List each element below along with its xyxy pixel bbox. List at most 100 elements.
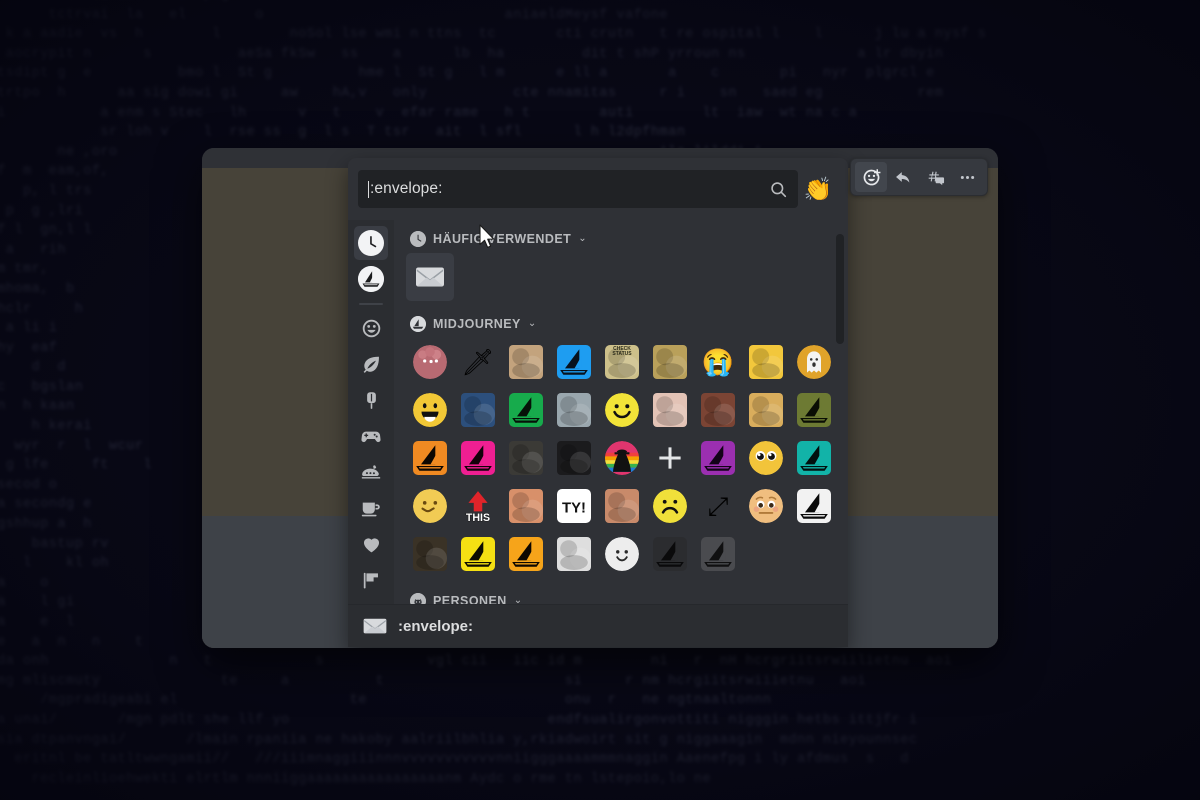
sail-green-icon — [509, 393, 543, 427]
category-symbols[interactable] — [354, 527, 388, 561]
emoji-check-status-bot[interactable]: CHECK STATUS — [598, 338, 646, 386]
sail-magenta-icon — [461, 441, 495, 475]
category-objects[interactable] — [354, 491, 388, 525]
funko-red-eyes-icon — [413, 537, 447, 571]
chat-app-window: :envelope: 👏 HÄUFIG VERWENDET ⌄ MIDJOURN… — [202, 148, 998, 648]
clap-emoji[interactable]: 👏 — [798, 177, 838, 201]
category-activities[interactable] — [354, 419, 388, 453]
thread-hash-icon — [928, 171, 944, 185]
emoji-envelope[interactable] — [406, 253, 454, 301]
create-thread-button[interactable] — [919, 162, 951, 192]
add-reaction-button[interactable] — [855, 162, 887, 192]
emoji-glowing-rock[interactable] — [598, 482, 646, 530]
section-header-people[interactable]: PERSONEN ⌄ — [398, 582, 848, 604]
emoji-picker-popup: :envelope: 👏 HÄUFIG VERWENDET ⌄ MIDJOURN… — [348, 158, 848, 647]
category-recent[interactable] — [354, 226, 388, 260]
rail-separator — [359, 303, 383, 305]
emoji-sail-amber[interactable] — [502, 530, 550, 578]
scrollbar-thumb[interactable] — [836, 234, 844, 344]
ghost-pleading-icon — [797, 345, 831, 379]
emoji-ghost-pleading[interactable] — [790, 338, 838, 386]
emoji-grilled-meat[interactable] — [502, 482, 550, 530]
category-travel-places[interactable] — [354, 455, 388, 489]
emoji-plus-add[interactable] — [646, 434, 694, 482]
emoji-shiny-liquid-face[interactable] — [550, 386, 598, 434]
category-flags[interactable] — [354, 563, 388, 597]
emoji-ty-exclaim[interactable]: TY! — [550, 482, 598, 530]
section-title: PERSONEN — [433, 594, 507, 604]
emoji-expand-arrows[interactable]: ⤢ — [694, 482, 742, 530]
emoji-laughing-open-mouth[interactable] — [406, 386, 454, 434]
chevron-down-icon[interactable]: ⌄ — [528, 319, 536, 329]
emoji-diamond-sword[interactable]: 🗡 — [454, 338, 502, 386]
emoji-awkward-smile-blob[interactable] — [406, 482, 454, 530]
emoji-sail-dark-a[interactable] — [646, 530, 694, 578]
emoji-scroll-area[interactable]: HÄUFIG VERWENDET ⌄ MIDJOURNEY ⌄ 🗡 CHECK … — [394, 220, 848, 604]
popsicle-icon — [366, 391, 376, 409]
emoji-category-rail — [348, 220, 394, 604]
emoji-cookie-eyes[interactable] — [742, 386, 790, 434]
yellow-smile-outline-icon — [605, 393, 639, 427]
emoji-crying-pleading[interactable]: 😭 — [694, 338, 742, 386]
emoji-name-label: :envelope: — [398, 617, 474, 635]
emoji-holding-back-tears[interactable] — [742, 482, 790, 530]
emoji-sail-magenta[interactable] — [454, 434, 502, 482]
emoji-yellow-smile-outline[interactable] — [598, 386, 646, 434]
emoji-sail-olive[interactable] — [790, 386, 838, 434]
holding-back-tears-icon — [749, 489, 783, 523]
clock-icon — [358, 230, 384, 256]
emoji-dog-yelling[interactable] — [502, 338, 550, 386]
emoji-funko-red-eyes[interactable] — [406, 530, 454, 578]
section-title: HÄUFIG VERWENDET — [433, 232, 572, 246]
envelope-icon — [413, 260, 447, 294]
section-title: MIDJOURNEY — [433, 317, 521, 331]
section-header-frequently-used[interactable]: HÄUFIG VERWENDET ⌄ — [398, 220, 848, 253]
emoji-sad-yellow-face[interactable] — [646, 482, 694, 530]
clock-icon — [410, 231, 426, 247]
emoji-muscular-man[interactable] — [694, 386, 742, 434]
emoji-blob-red-monster[interactable] — [406, 338, 454, 386]
emoji-grid-midjourney: 🗡 CHECK STATUS 😭 THIS TY! ⤢ — [398, 338, 848, 582]
emoji-white-cat-sketch[interactable] — [550, 530, 598, 578]
chevron-down-icon[interactable]: ⌄ — [514, 596, 522, 605]
pale-laughing-face-icon — [653, 393, 687, 427]
discord-icon — [410, 593, 426, 604]
chevron-down-icon[interactable]: ⌄ — [578, 234, 586, 244]
emoji-crow-skull-heart[interactable] — [550, 434, 598, 482]
category-smileys-people[interactable] — [354, 311, 388, 345]
emoji-wide-eyes-yellow[interactable] — [742, 338, 790, 386]
pleading-eyes-yellow-icon — [749, 441, 783, 475]
emoji-gold-doge[interactable] — [646, 338, 694, 386]
emoji-sail-white[interactable] — [790, 482, 838, 530]
plague-doctor-dark-icon — [509, 441, 543, 475]
reply-button[interactable] — [887, 162, 919, 192]
emoji-pleading-eyes-yellow[interactable] — [742, 434, 790, 482]
sailboat-avatar-icon — [358, 266, 384, 292]
white-blob-smile-icon — [605, 537, 639, 571]
category-food-drink[interactable] — [354, 383, 388, 417]
emoji-sail-purple[interactable] — [694, 434, 742, 482]
emoji-pale-laughing-face[interactable] — [646, 386, 694, 434]
category-midjourney-server[interactable] — [354, 262, 388, 296]
emoji-sail-orange[interactable] — [406, 434, 454, 482]
muscular-man-icon — [701, 393, 735, 427]
more-options-button[interactable] — [951, 162, 983, 192]
emoji-rainbow-plague-doctor[interactable] — [598, 434, 646, 482]
category-animals-nature[interactable] — [354, 347, 388, 381]
reply-arrow-icon — [895, 171, 909, 183]
emoji-picker-footer: :envelope: — [348, 604, 848, 647]
emoji-sail-yellow[interactable] — [454, 530, 502, 578]
section-header-midjourney[interactable]: MIDJOURNEY ⌄ — [398, 305, 848, 338]
emoji-plague-doctor-dark[interactable] — [502, 434, 550, 482]
emoji-sail-teal[interactable] — [790, 434, 838, 482]
emoji-search-input[interactable]: :envelope: — [358, 170, 798, 208]
emoji-brain-hologram-man[interactable] — [454, 386, 502, 434]
emoji-sail-green[interactable] — [502, 386, 550, 434]
scrollbar-track[interactable] — [836, 226, 846, 598]
emoji-this-red-arrow[interactable]: THIS — [454, 482, 502, 530]
sailboat-avatar-icon — [410, 316, 426, 332]
ty-exclaim-icon: TY! — [557, 489, 591, 523]
emoji-sail-dark-b[interactable] — [694, 530, 742, 578]
emoji-white-blob-smile[interactable] — [598, 530, 646, 578]
emoji-sail-blue[interactable] — [550, 338, 598, 386]
